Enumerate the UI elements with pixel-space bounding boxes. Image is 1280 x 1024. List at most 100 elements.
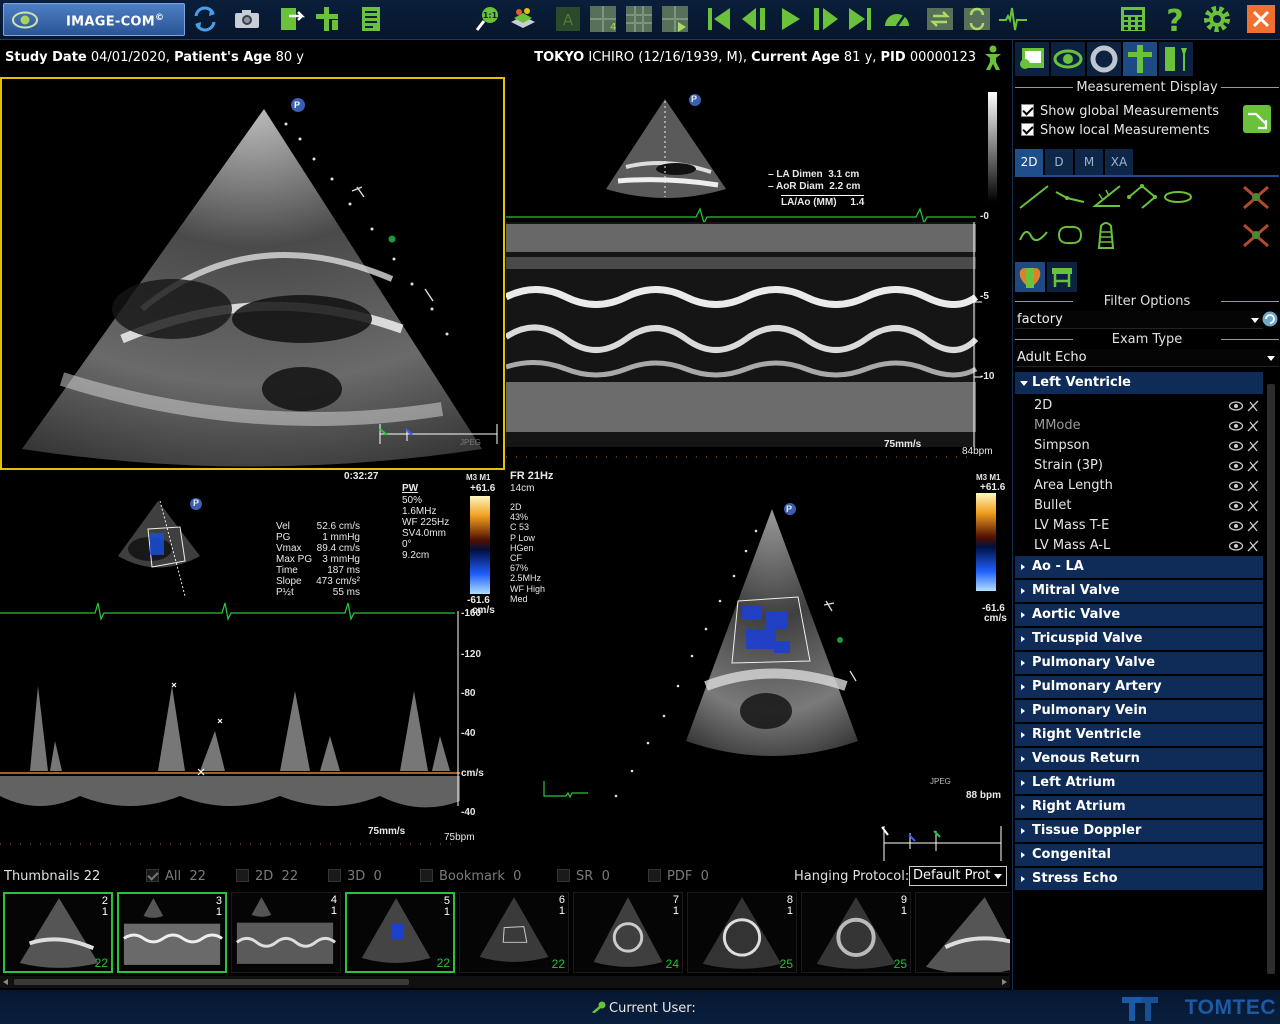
calc-tools-tab-icon[interactable] — [1159, 42, 1193, 76]
thumbnail-scroll-thumb[interactable] — [14, 979, 409, 985]
viewport-pw-doppler[interactable]: 0:32:27 P Vel PG Vmax Max PG Time Slope … — [0, 471, 505, 862]
eye-icon[interactable] — [1229, 460, 1243, 472]
close-icon[interactable] — [1246, 4, 1276, 34]
tree-group[interactable]: Venous Return — [1015, 748, 1263, 770]
visibility-tab-icon[interactable] — [1051, 42, 1085, 76]
filter-bookmark-checkbox[interactable] — [420, 869, 433, 882]
angle-tool-icon[interactable] — [1089, 182, 1123, 212]
caliper-icon[interactable] — [1246, 459, 1260, 473]
cycle-icon[interactable] — [962, 4, 992, 34]
tree-scroll-thumb[interactable] — [1267, 384, 1275, 974]
thumbnail-scrollbar[interactable] — [0, 976, 1010, 988]
eye-icon[interactable] — [1229, 400, 1243, 412]
viewport-2d-plax[interactable]: P JPEG — [0, 77, 505, 470]
tree-group[interactable]: Tricuspid Valve — [1015, 628, 1263, 650]
thumbnail[interactable]: 1 — [915, 892, 1010, 973]
layout-4-icon[interactable]: 4 — [588, 4, 618, 34]
next-frame-icon[interactable] — [810, 4, 840, 34]
layout-table-icon[interactable] — [1047, 262, 1077, 292]
patient-tab-icon[interactable] — [1015, 42, 1049, 76]
thumbnail[interactable]: 41 — [231, 892, 341, 973]
measurement-item[interactable]: Strain (3P) — [1015, 456, 1263, 476]
area-tool-icon[interactable] — [1053, 220, 1087, 250]
measurement-item[interactable]: Area Length — [1015, 476, 1263, 496]
thumbnail[interactable]: 8 1 25 — [687, 892, 797, 973]
filter-pdf[interactable]: PDF 0 — [648, 869, 709, 884]
triangle-tool-icon[interactable] — [1125, 182, 1159, 212]
heart-model-icon[interactable] — [1015, 262, 1045, 292]
tree-group-left-ventricle[interactable]: Left Ventricle — [1015, 372, 1263, 394]
simpson-tool-icon[interactable] — [1089, 220, 1123, 250]
caliper-icon[interactable] — [1246, 539, 1260, 553]
layout-next-icon[interactable] — [660, 4, 690, 34]
measurement-display-options-icon[interactable] — [1242, 104, 1272, 134]
tab-d[interactable]: D — [1045, 149, 1073, 175]
ellipse-tool-icon[interactable] — [1161, 182, 1195, 212]
show-local-row[interactable]: Show local Measurements — [1021, 123, 1210, 138]
export-icon[interactable] — [276, 4, 306, 34]
tree-group[interactable]: Right Atrium — [1015, 796, 1263, 818]
loop-icon[interactable] — [925, 4, 955, 34]
tree-group[interactable]: Pulmonary Valve — [1015, 652, 1263, 674]
filter-2d-checkbox[interactable] — [236, 869, 249, 882]
tools-icon[interactable] — [312, 4, 342, 34]
thumbnail[interactable]: 5 1 22 — [345, 892, 455, 973]
tab-m[interactable]: M — [1075, 149, 1103, 175]
tree-scrollbar[interactable] — [1265, 370, 1277, 986]
viewport-m-mode[interactable]: P – LA Dimen 3.1 cm – AoR Diam 2.2 cm LA… — [506, 77, 1010, 470]
tree-group[interactable]: Right Ventricle — [1015, 724, 1263, 746]
thumbnail[interactable]: 6 1 22 — [459, 892, 569, 973]
measurement-item[interactable]: Simpson — [1015, 436, 1263, 456]
annotation-a-icon[interactable]: A — [553, 4, 583, 34]
show-global-row[interactable]: Show global Measurements — [1021, 104, 1219, 119]
polyline-tool-icon[interactable] — [1053, 182, 1087, 212]
viewport-color-doppler[interactable]: FR 21Hz 14cm 2D 43% C 53 P Low HGen CF 6… — [506, 471, 1010, 862]
tab-xa[interactable]: XA — [1105, 149, 1133, 175]
filter-3d-checkbox[interactable] — [328, 869, 341, 882]
caliper-icon[interactable] — [1246, 439, 1260, 453]
thumbnail[interactable]: 9 1 25 — [801, 892, 911, 973]
filter-all[interactable]: All 22 — [146, 869, 206, 884]
image-com-button[interactable]: IMAGE-COM© — [3, 3, 185, 36]
last-frame-icon[interactable] — [845, 4, 875, 34]
eye-icon[interactable] — [1229, 500, 1243, 512]
tree-group[interactable]: Aortic Valve — [1015, 604, 1263, 626]
measurement-tab-icon[interactable] — [1123, 42, 1157, 76]
tree-group[interactable]: Left Atrium — [1015, 772, 1263, 794]
filter-bookmark[interactable]: Bookmark 0 — [420, 869, 521, 884]
tree-group[interactable]: Congenital — [1015, 844, 1263, 866]
ecg-icon[interactable] — [998, 4, 1028, 34]
filter-2d[interactable]: 2D 22 — [236, 869, 298, 884]
caliper-icon[interactable] — [1246, 519, 1260, 533]
measurement-item[interactable]: MMode — [1015, 416, 1263, 436]
help-icon[interactable]: ? — [1160, 4, 1190, 39]
filter-3d[interactable]: 3D 0 — [328, 869, 382, 884]
calculator-icon[interactable] — [1118, 4, 1148, 34]
speed-icon[interactable] — [882, 4, 912, 34]
thumbnail[interactable]: 2 1 22 — [3, 892, 113, 973]
refresh-icon[interactable] — [1262, 311, 1278, 327]
thumbnail[interactable]: 31 — [117, 892, 227, 973]
caliper-icon[interactable] — [1246, 419, 1260, 433]
tree-group[interactable]: Pulmonary Artery — [1015, 676, 1263, 698]
settings-icon[interactable] — [1202, 4, 1232, 34]
thumbnail[interactable]: 7 1 24 — [573, 892, 683, 973]
image-adjust-tab-icon[interactable] — [1087, 42, 1121, 76]
play-icon[interactable] — [775, 4, 805, 34]
measurement-item[interactable]: 2D — [1015, 396, 1263, 416]
sync-icon[interactable] — [190, 4, 220, 34]
eye-icon[interactable] — [1229, 540, 1243, 552]
filter-pdf-checkbox[interactable] — [648, 869, 661, 882]
camera-icon[interactable] — [232, 4, 262, 34]
delete-measurement-icon[interactable] — [1239, 182, 1273, 212]
tab-2d[interactable]: 2D — [1015, 149, 1043, 175]
trace-tool-icon[interactable] — [1017, 220, 1051, 250]
eye-icon[interactable] — [1229, 440, 1243, 452]
measurement-item[interactable]: LV Mass T-E — [1015, 516, 1263, 536]
measurement-item[interactable]: LV Mass A-L — [1015, 536, 1263, 556]
zoom-1to1-icon[interactable]: 1:1 — [473, 4, 503, 34]
prev-frame-icon[interactable] — [740, 4, 770, 34]
hanging-protocol-select[interactable]: Default Prot — [909, 866, 1007, 886]
caliper-icon[interactable] — [1246, 499, 1260, 513]
first-frame-icon[interactable] — [704, 4, 734, 34]
